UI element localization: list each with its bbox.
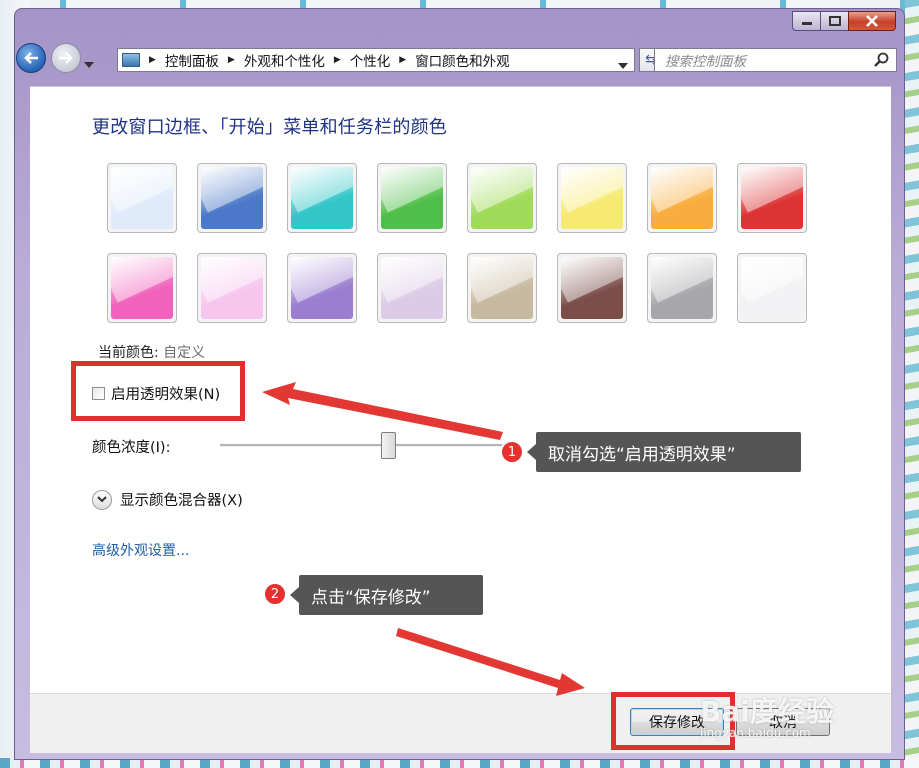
swatch-color-fill: [201, 257, 263, 319]
step-1-badge: 1: [500, 440, 524, 464]
desktop-background-right: [905, 0, 919, 768]
close-button[interactable]: [848, 11, 896, 31]
breadcrumb-separator-icon: ▶: [227, 55, 235, 65]
forward-arrow-icon: [59, 52, 73, 64]
chevron-down-icon: [84, 62, 94, 68]
color-swatch-sea[interactable]: [287, 163, 357, 233]
color-mixer-toggle[interactable]: 显示颜色混合器(X): [92, 489, 243, 510]
breadcrumb-control-panel[interactable]: 控制面板: [165, 50, 219, 70]
address-bar[interactable]: ▶ 控制面板 ▶ 外观和个性化 ▶ 个性化 ▶ 窗口颜色和外观: [117, 48, 635, 72]
breadcrumb-personalization[interactable]: 个性化: [350, 50, 391, 70]
intensity-label: 颜色浓度(I):: [92, 440, 171, 456]
breadcrumb-separator-icon: ▶: [399, 55, 407, 65]
swatch-color-fill: [561, 257, 623, 319]
chevron-down-icon: [97, 496, 107, 503]
color-swatch-blush[interactable]: [197, 253, 267, 323]
color-swatch-twilight[interactable]: [197, 163, 267, 233]
color-swatch-leaf[interactable]: [377, 163, 447, 233]
color-swatch-lime[interactable]: [467, 163, 537, 233]
color-swatch-lemon[interactable]: [557, 163, 627, 233]
color-swatch-violet[interactable]: [287, 253, 357, 323]
window-caption-buttons: [792, 11, 896, 31]
navigation-bar: ▶ 控制面板 ▶ 外观和个性化 ▶ 个性化 ▶ 窗口颜色和外观 ⇆ 搜索控制面板: [16, 41, 902, 89]
color-swatch-tangerine[interactable]: [647, 163, 717, 233]
watermark: Bai度经验 jingyan.baidu.com: [700, 690, 834, 740]
color-mixer-label: 显示颜色混合器(X): [120, 493, 243, 509]
swatch-color-fill: [381, 257, 443, 319]
swatch-color-fill: [291, 257, 353, 319]
expand-button[interactable]: [92, 489, 112, 510]
recent-pages-dropdown[interactable]: [84, 53, 94, 72]
current-color-value: 自定义: [163, 345, 206, 361]
forward-button[interactable]: [51, 43, 81, 73]
watermark-text: Bai度经验: [700, 695, 834, 728]
step-2-badge: 2: [263, 582, 287, 606]
swatch-color-fill: [111, 167, 173, 229]
maximize-button[interactable]: [820, 11, 848, 31]
swatch-color-fill: [741, 167, 803, 229]
color-swatch-taupe[interactable]: [467, 253, 537, 323]
swatch-color-fill: [651, 167, 713, 229]
watermark-url: jingyan.baidu.com: [700, 726, 811, 740]
color-swatch-lavender[interactable]: [377, 253, 447, 323]
swatch-color-fill: [471, 257, 533, 319]
swatch-color-fill: [111, 257, 173, 319]
maximize-icon: [828, 16, 841, 26]
color-swatch-grid: [107, 163, 807, 323]
intensity-slider-track[interactable]: [220, 444, 510, 447]
swatch-color-fill: [291, 167, 353, 229]
minimize-icon: [801, 22, 812, 25]
breadcrumb-separator-icon: ▶: [149, 55, 156, 65]
swatch-color-fill: [561, 167, 623, 229]
swatch-color-fill: [201, 167, 263, 229]
step-1-callout: 取消勾选“启用透明效果”: [527, 432, 801, 472]
advanced-appearance-link[interactable]: 高级外观设置...: [92, 540, 189, 560]
breadcrumb-separator-icon: ▶: [333, 55, 341, 65]
swatch-color-fill: [471, 167, 533, 229]
breadcrumb-window-color[interactable]: 窗口颜色和外观: [415, 50, 510, 70]
swatch-color-fill: [651, 257, 713, 319]
swatch-color-fill: [381, 167, 443, 229]
chevron-down-icon: [618, 63, 628, 69]
current-color-label: 当前颜色:: [98, 345, 159, 361]
back-button[interactable]: [16, 43, 46, 73]
close-icon: [866, 15, 878, 27]
search-box[interactable]: 搜索控制面板: [654, 48, 897, 72]
color-swatch-chocolate[interactable]: [557, 253, 627, 323]
current-color: 当前颜色: 自定义: [98, 342, 205, 362]
color-swatch-ruby[interactable]: [737, 163, 807, 233]
color-swatch-slate[interactable]: [647, 253, 717, 323]
search-icon: [874, 52, 889, 67]
color-swatch-frost[interactable]: [737, 253, 807, 323]
step-2-callout: 点击“保存修改”: [290, 575, 483, 615]
color-swatch-fuchsia[interactable]: [107, 253, 177, 323]
back-arrow-icon: [24, 52, 38, 64]
minimize-button[interactable]: [792, 11, 820, 31]
intensity-slider-thumb[interactable]: [381, 432, 397, 459]
swatch-color-fill: [741, 257, 803, 319]
control-panel-icon: [122, 53, 140, 67]
page-title: 更改窗口边框、「开始」菜单和任务栏的颜色: [92, 117, 447, 138]
highlight-transparency: [71, 361, 245, 421]
color-swatch-sky[interactable]: [107, 163, 177, 233]
search-input[interactable]: 搜索控制面板: [665, 50, 874, 70]
address-dropdown[interactable]: [618, 57, 628, 73]
breadcrumb-appearance[interactable]: 外观和个性化: [244, 50, 325, 70]
